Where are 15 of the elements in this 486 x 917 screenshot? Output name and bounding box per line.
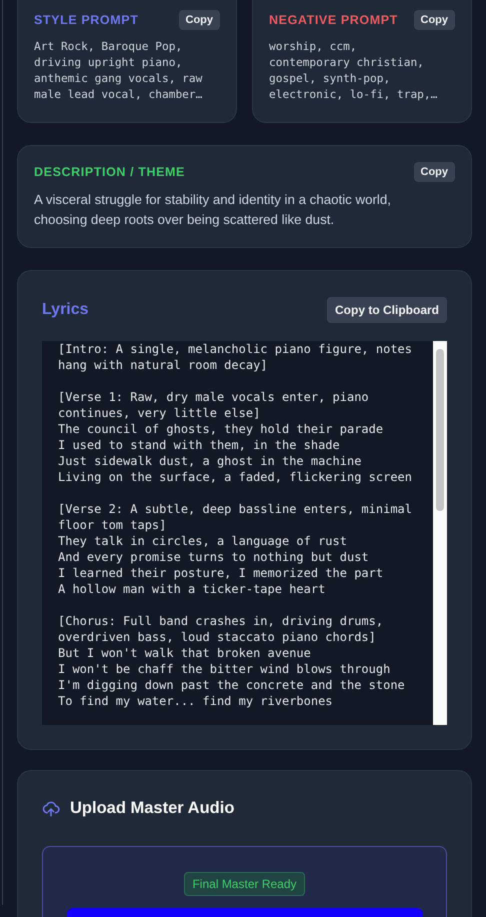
lyrics-text: [Intro: A single, melancholic piano figure, notes hang with natural room decay] [Verse 1: Raw, dry male vocals enter, piano continues, very little else] The council of ghosts, they hold their parade I used to stand with them, in the shade Just sidewalk dust, a ghost in the machine Living on the surface, a faded, flickering screen [Verse 2: A subtle, deep bassline enters, minimal floor tom taps] They talk in circles, a language of rust And every promise turns to nothing but dust I learned their posture, I memorized the part A hollow man with a ticker-tape heart [Chorus: Full band crashes in, driving drums, overdriven bass, loud staccato piano chords] But I won't walk that broken avenue I won't be chaff the bitter wind blows through I'm digging down past the concrete and the stone To find my water... find my riverbones	[57, 341, 414, 710]
description-text: A visceral struggle for stability and identity in a chaotic world, choosing deep roots over being scattered like dust.	[34, 191, 392, 229]
section-title: Upload Master Audio	[70, 799, 234, 818]
prompt-text: Art Rock, Baroque Pop, driving upright piano, anthemic gang vocals, raw male lead vocal, chamber…	[34, 39, 204, 103]
copy-button[interactable]: Copy	[414, 10, 455, 30]
status-badge: Final Master Ready	[184, 872, 305, 896]
card-title: DESCRIPTION / THEME	[34, 165, 185, 179]
upload-dropzone[interactable]: Final Master Ready	[42, 846, 447, 917]
copy-button[interactable]: Copy	[414, 162, 455, 182]
card-title: STYLE PROMPT	[34, 13, 138, 27]
copy-button[interactable]: Copy	[178, 10, 220, 30]
copy-button[interactable]: Copy to Clipboard	[327, 297, 447, 323]
prompt-text: worship, ccm, contemporary christian, gospel, synth-pop, electronic, lo-fi, trap,…	[269, 39, 438, 103]
lyrics-title: Lyrics	[42, 301, 89, 319]
card-title: NEGATIVE PROMPT	[269, 13, 398, 27]
